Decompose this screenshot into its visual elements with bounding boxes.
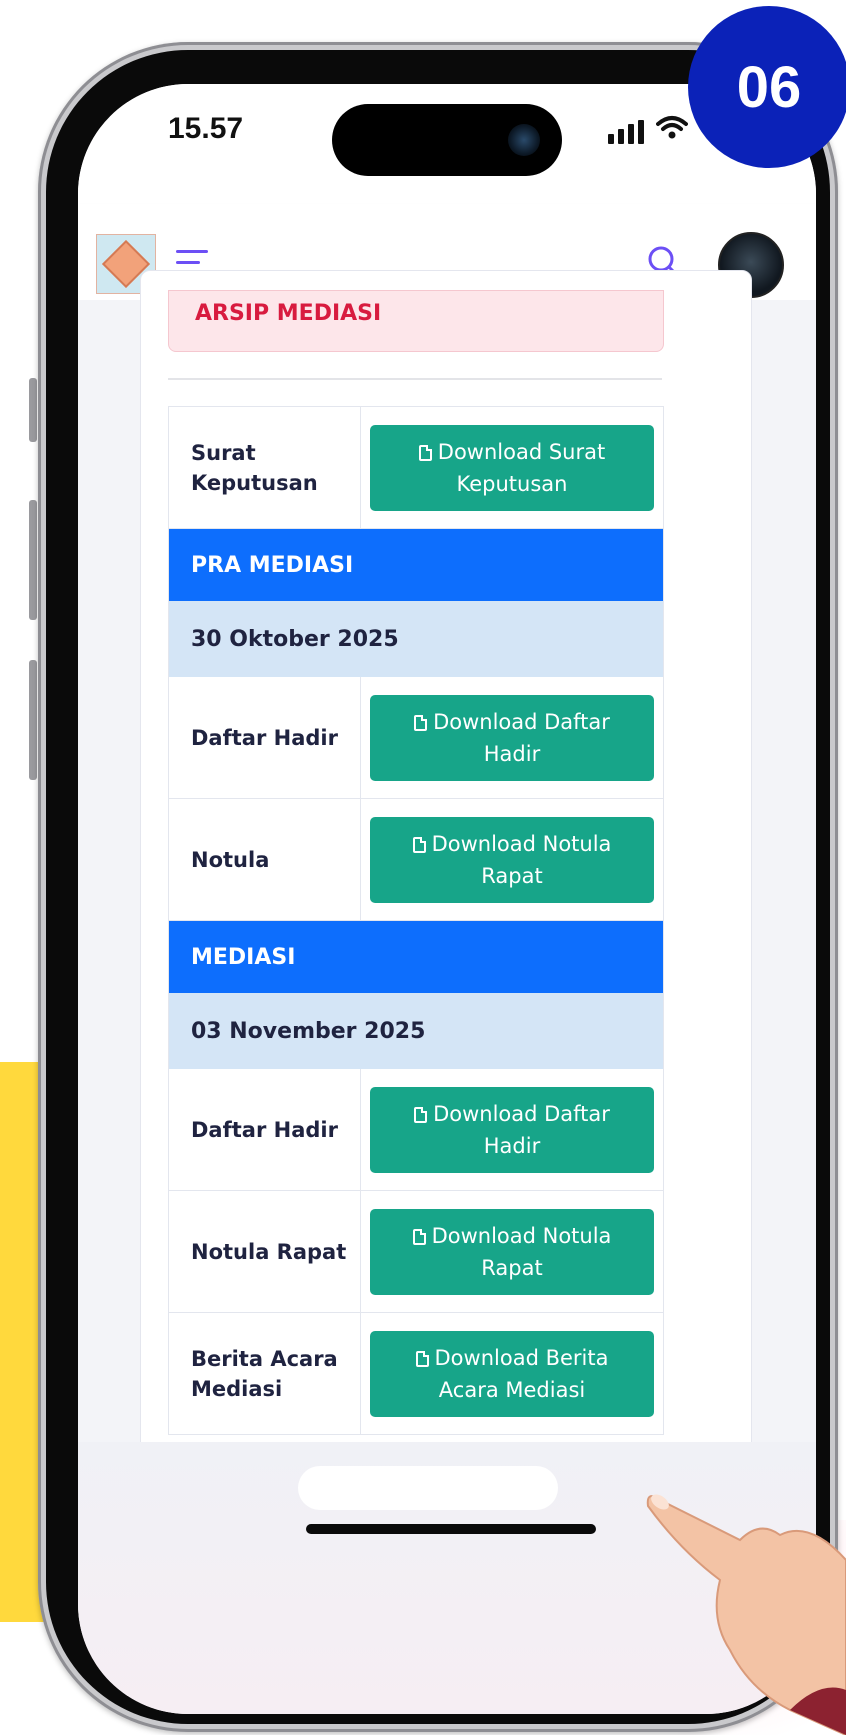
table-row: Berita Acara Mediasi Download Berita Aca… — [169, 1313, 663, 1434]
button-label: Download Daftar Hadir — [433, 1101, 610, 1158]
file-icon — [414, 714, 428, 731]
status-time: 15.57 — [168, 112, 244, 145]
row-label: Berita Acara Mediasi — [169, 1313, 361, 1434]
pointing-hand-icon — [646, 1494, 846, 1735]
button-label: Download Daftar Hadir — [433, 709, 610, 766]
table-row: Daftar Hadir Download Daftar Hadir — [169, 1069, 663, 1191]
documents-table: Surat Keputusan Download Surat Keputusan… — [168, 406, 664, 1435]
section-date: 30 Oktober 2025 — [169, 601, 663, 677]
download-berita-acara-mediasi-button[interactable]: Download Berita Acara Mediasi — [370, 1330, 654, 1417]
section-date: 03 November 2025 — [169, 993, 663, 1069]
download-surat-keputusan-button[interactable]: Download Surat Keputusan — [370, 424, 654, 511]
table-row: Notula Download Notula Rapat — [169, 799, 663, 921]
cellular-signal-icon — [608, 120, 644, 144]
row-label: Surat Keputusan — [169, 407, 361, 528]
section-header-pra-mediasi: PRA MEDIASI — [169, 529, 663, 601]
row-label: Daftar Hadir — [169, 677, 361, 798]
phone-screen: 15.57 ARSIP MEDIASI Surat Keputusan Down… — [78, 84, 816, 1714]
button-label: Download Surat Keputusan — [437, 439, 606, 496]
divider — [168, 378, 662, 380]
main-content: ARSIP MEDIASI Surat Keputusan Download S… — [78, 270, 816, 1600]
home-indicator[interactable] — [306, 1524, 596, 1534]
archive-title: ARSIP MEDIASI — [195, 301, 382, 326]
row-label: Notula — [169, 799, 361, 920]
wifi-icon — [656, 114, 688, 150]
file-icon — [412, 1228, 426, 1245]
dynamic-island — [332, 104, 562, 176]
table-row: Daftar Hadir Download Daftar Hadir — [169, 677, 663, 799]
volume-down-button — [29, 660, 37, 780]
file-icon — [418, 444, 432, 461]
row-label: Notula Rapat — [169, 1191, 361, 1312]
file-icon — [412, 836, 426, 853]
file-icon — [415, 1350, 429, 1367]
button-label: Download Notula Rapat — [431, 831, 612, 888]
download-daftar-hadir-button[interactable]: Download Daftar Hadir — [370, 1086, 654, 1173]
browser-address-bar[interactable] — [298, 1466, 558, 1510]
volume-up-button — [29, 500, 37, 620]
section-header-mediasi: MEDIASI — [169, 921, 663, 993]
step-number-badge: 06 — [688, 6, 846, 168]
front-camera-icon — [508, 124, 540, 156]
row-label: Daftar Hadir — [169, 1069, 361, 1190]
download-notula-rapat-button[interactable]: Download Notula Rapat — [370, 1208, 654, 1295]
table-row: Surat Keputusan Download Surat Keputusan — [169, 407, 663, 529]
button-label: Download Berita Acara Mediasi — [434, 1345, 609, 1402]
download-notula-rapat-button[interactable]: Download Notula Rapat — [370, 816, 654, 903]
button-label: Download Notula Rapat — [431, 1223, 612, 1280]
mute-switch — [29, 378, 37, 442]
download-daftar-hadir-button[interactable]: Download Daftar Hadir — [370, 694, 654, 781]
file-icon — [414, 1106, 428, 1123]
table-row: Notula Rapat Download Notula Rapat — [169, 1191, 663, 1313]
archive-alert: ARSIP MEDIASI — [168, 290, 664, 352]
